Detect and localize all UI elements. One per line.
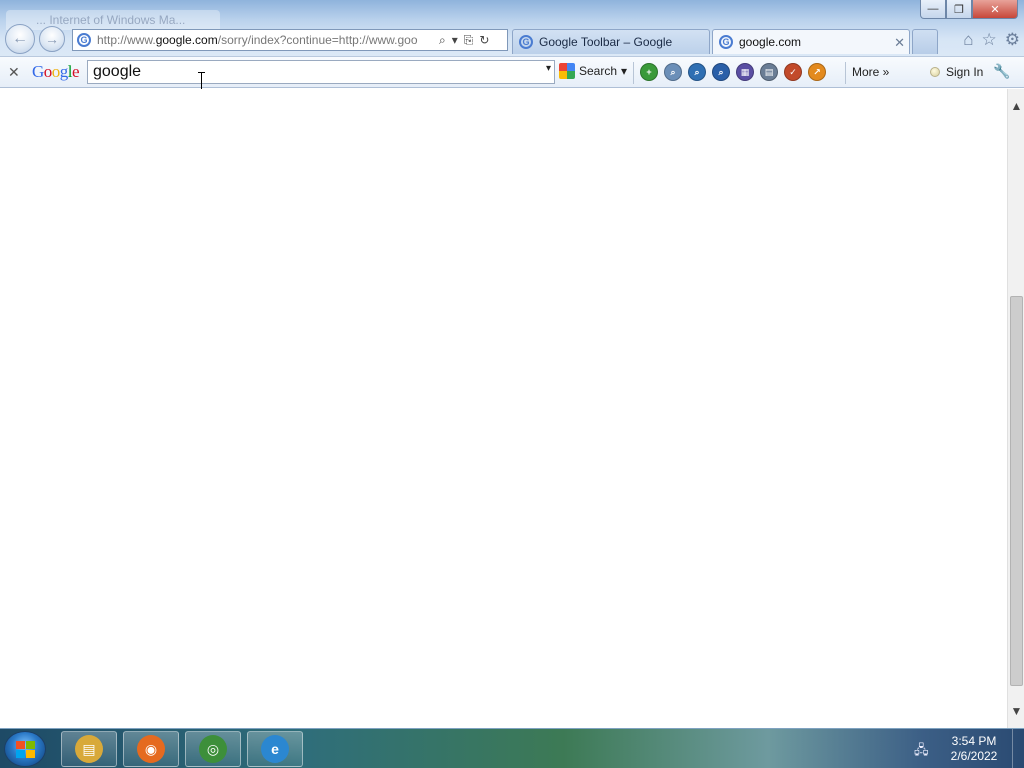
wrench-icon[interactable]: 🔧 bbox=[993, 63, 1010, 80]
show-desktop-button[interactable] bbox=[1012, 729, 1024, 768]
google-favicon-icon: G bbox=[719, 35, 733, 49]
address-search-icon[interactable]: ⌕ bbox=[439, 33, 446, 48]
back-arrow-icon: ← bbox=[12, 30, 28, 47]
home-icon[interactable]: ⌂ bbox=[963, 30, 973, 50]
translate-icon[interactable]: ⌕ bbox=[712, 63, 730, 81]
page-content bbox=[0, 89, 1007, 728]
toolbar-divider bbox=[633, 62, 634, 84]
refresh-icon[interactable]: ↻ bbox=[479, 33, 489, 48]
scroll-up-icon[interactable]: ▲ bbox=[1008, 99, 1024, 113]
url-path: /sorry/index?continue=http://www.goo bbox=[217, 33, 418, 47]
windows-logo-icon bbox=[25, 740, 35, 749]
find-icon[interactable]: ⌕ bbox=[664, 63, 682, 81]
logo-letter: o bbox=[51, 62, 61, 81]
start-button[interactable] bbox=[4, 731, 46, 767]
taskbar-app-firefox[interactable]: ◉ bbox=[123, 731, 179, 767]
system-clock[interactable]: 3:54 PM 2/6/2022 bbox=[940, 734, 1008, 764]
close-tab-icon[interactable]: ✕ bbox=[894, 35, 905, 51]
search-button-label: Search bbox=[579, 64, 618, 78]
sign-in-button[interactable]: Sign In bbox=[930, 65, 983, 79]
logo-letter: G bbox=[32, 62, 44, 81]
search-query-text: google bbox=[93, 63, 142, 80]
scrollbar-thumb[interactable] bbox=[1010, 296, 1023, 686]
file-explorer-icon: ▤ bbox=[75, 735, 103, 763]
windows-taskbar: ▤ ◉ ◎ e 🖧 3:54 PM 2/6/2022 bbox=[0, 728, 1024, 768]
logo-letter: g bbox=[59, 62, 69, 81]
internet-explorer-icon: e bbox=[261, 735, 289, 763]
forward-arrow-icon: → bbox=[45, 31, 59, 47]
google-favicon-icon: G bbox=[77, 33, 91, 47]
clock-date: 2/6/2022 bbox=[950, 749, 998, 763]
restore-button[interactable]: ❐ bbox=[946, 0, 972, 19]
spellcheck-icon[interactable]: ✓ bbox=[784, 63, 802, 81]
toolbar-divider bbox=[845, 62, 846, 84]
chevron-down-icon[interactable]: ▾ bbox=[546, 63, 551, 74]
page-rank-icon[interactable]: ⌕ bbox=[688, 63, 706, 81]
back-button[interactable]: ← bbox=[5, 24, 35, 54]
tab-google-toolbar[interactable]: G Google Toolbar – Google bbox=[512, 29, 710, 54]
bookmark-add-icon[interactable]: + bbox=[640, 63, 658, 81]
sign-in-status-icon bbox=[930, 67, 940, 77]
highlight-icon[interactable]: ▤ bbox=[760, 63, 778, 81]
windows-logo-icon bbox=[25, 749, 35, 758]
windows-logo-icon bbox=[15, 740, 25, 749]
firefox-icon: ◉ bbox=[137, 735, 165, 763]
toolbar-search-input[interactable]: google ▾ bbox=[87, 60, 555, 84]
url-host: google.com bbox=[155, 33, 218, 47]
forward-button[interactable]: → bbox=[39, 26, 65, 52]
new-tab-button[interactable] bbox=[912, 29, 938, 54]
chevron-down-icon[interactable]: ▾ bbox=[621, 64, 627, 78]
sign-in-label: Sign In bbox=[946, 65, 984, 79]
clock-time: 3:54 PM bbox=[951, 734, 997, 748]
scroll-down-icon[interactable]: ▼ bbox=[1008, 704, 1024, 718]
compatibility-view-icon[interactable]: ⎘ bbox=[464, 33, 474, 48]
google-logo: Google bbox=[32, 62, 80, 82]
share-icon[interactable]: ↗ bbox=[808, 63, 826, 81]
more-button[interactable]: More » bbox=[852, 65, 889, 79]
tab-google-com[interactable]: G google.com ✕ bbox=[712, 29, 910, 54]
browser-command-icons: ⌂ ☆ ⚙ bbox=[963, 30, 1020, 50]
address-dropdown-icon[interactable]: ▾ bbox=[452, 33, 458, 48]
logo-letter: o bbox=[43, 62, 53, 81]
background-window-title: ... Internet of Windows Ma... bbox=[6, 10, 220, 30]
google-search-icon bbox=[559, 63, 575, 79]
minimize-button[interactable]: — bbox=[920, 0, 946, 19]
google-favicon-icon: G bbox=[519, 35, 533, 49]
text-cursor-icon bbox=[198, 72, 205, 90]
close-window-button[interactable]: ✕ bbox=[972, 0, 1018, 19]
logo-letter: e bbox=[72, 62, 80, 81]
toolbar-button-group: + ⌕ ⌕ ⌕ ▦ ▤ ✓ ↗ bbox=[640, 63, 826, 81]
windows-logo-icon bbox=[15, 749, 25, 758]
taskbar-app-internet-explorer[interactable]: e bbox=[247, 731, 303, 767]
taskbar-app-file-explorer[interactable]: ▤ bbox=[61, 731, 117, 767]
window-controls: — ❐ ✕ bbox=[920, 0, 1018, 19]
taskbar-app-chrome[interactable]: ◎ bbox=[185, 731, 241, 767]
network-icon[interactable]: 🖧 bbox=[914, 741, 929, 763]
chrome-icon: ◎ bbox=[199, 735, 227, 763]
calendar-icon[interactable]: ▦ bbox=[736, 63, 754, 81]
favorites-star-icon[interactable]: ☆ bbox=[982, 30, 997, 50]
vertical-scrollbar[interactable]: ▲ ▼ bbox=[1007, 89, 1024, 728]
google-toolbar: ✕ Google google ▾ Search ▾ + ⌕ ⌕ ⌕ ▦ ▤ ✓ ↗ More… bbox=[0, 56, 1024, 88]
tab-label: google.com bbox=[739, 35, 802, 49]
tab-label: Google Toolbar – Google bbox=[539, 35, 673, 49]
address-bar[interactable]: G http://www.google.com/sorry/index?cont… bbox=[72, 29, 508, 51]
url-scheme: http://www. bbox=[97, 33, 156, 47]
gear-icon[interactable]: ⚙ bbox=[1005, 30, 1020, 50]
address-url[interactable]: http://www.google.com/sorry/index?contin… bbox=[97, 33, 437, 47]
close-icon[interactable]: ✕ bbox=[8, 64, 20, 81]
toolbar-search-button[interactable]: Search ▾ bbox=[559, 63, 627, 79]
